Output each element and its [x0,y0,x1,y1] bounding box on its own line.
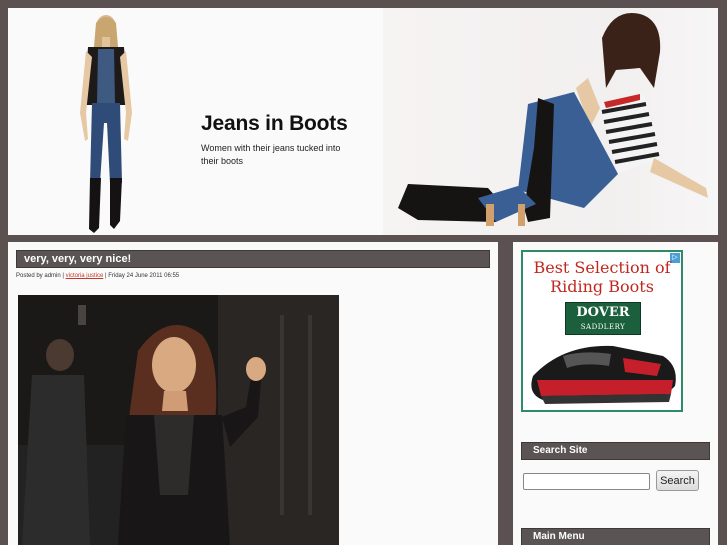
header-model-seated [398,13,708,226]
ad-brand-subtitle: SADDLERY [580,323,626,331]
search-button[interactable]: Search [656,470,699,491]
page: Jeans in Boots Women with their jeans tu… [0,0,727,545]
main-menu-heading: Main Menu [521,528,710,545]
post-date: Friday 24 June 2011 06:55 [108,273,180,279]
sidebar-advertisement[interactable]: ▷ Best Selection of Riding Boots DOVER S… [521,250,683,412]
site-tagline: Women with their jeans tucked into their… [201,143,341,166]
sidebar: ▷ Best Selection of Riding Boots DOVER S… [513,242,718,545]
post-author: admin [44,273,61,279]
ad-boot-image [531,345,676,404]
ad-brand-logo: DOVER SADDLERY [565,302,641,335]
post-photo-image [18,295,339,545]
site-header: Jeans in Boots Women with their jeans tu… [8,8,718,235]
post-tag-link[interactable]: victoria justice [66,273,104,279]
post-meta-prefix: Posted by [16,273,45,279]
site-title[interactable]: Jeans in Boots [201,112,348,136]
main-content: very, very, very nice! Posted by admin |… [8,242,498,545]
ad-brand-name: DOVER [576,305,630,320]
post-meta: Posted by admin | victoria justice | Fri… [16,273,179,279]
ad-headline: Best Selection of Riding Boots [533,258,671,296]
post-photo [18,295,339,545]
header-model-standing [80,15,132,233]
search-input[interactable] [523,473,650,490]
post-title[interactable]: very, very, very nice! [16,250,490,268]
search-widget-heading: Search Site [521,442,710,460]
